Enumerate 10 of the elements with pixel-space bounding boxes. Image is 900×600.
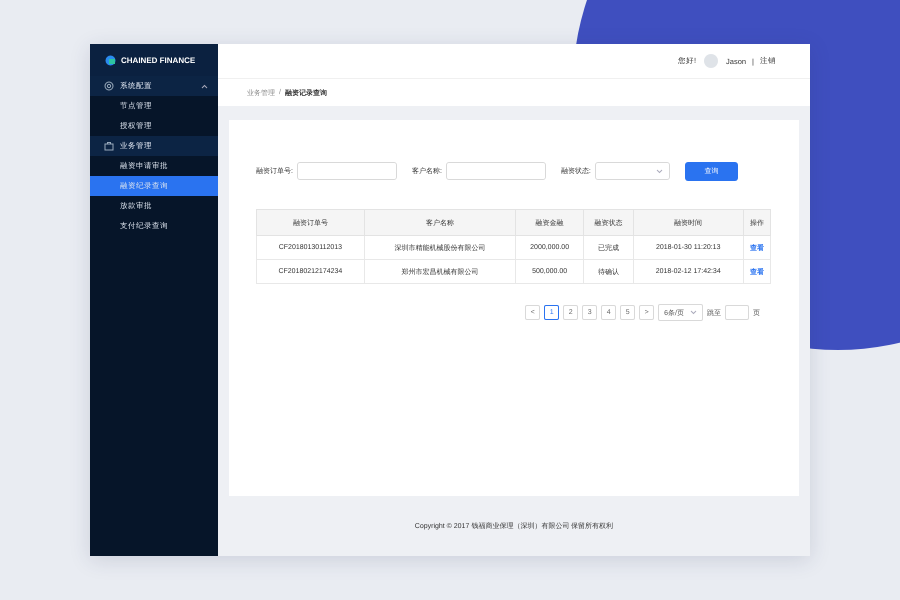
avatar (704, 54, 718, 68)
chevron-icon (690, 310, 697, 315)
chevron-icon (201, 84, 208, 88)
logo-text: CHAINED FINANCE (121, 56, 196, 64)
select-field[interactable] (594, 162, 670, 180)
input-field[interactable] (446, 162, 546, 180)
input-field[interactable] (296, 162, 397, 180)
briefcase-icon (104, 141, 114, 151)
chevron-icon (656, 168, 663, 174)
jump-input[interactable] (725, 305, 749, 320)
